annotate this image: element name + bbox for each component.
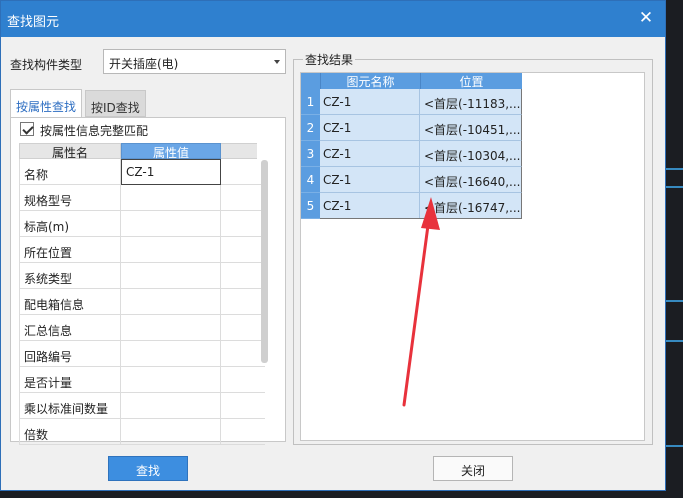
result-position: <首层(-16640,... bbox=[420, 167, 522, 193]
result-element-name: CZ-1 bbox=[320, 141, 420, 167]
property-row[interactable]: 汇总信息 bbox=[19, 315, 265, 341]
property-value-cell[interactable] bbox=[121, 237, 221, 263]
background-line bbox=[665, 186, 683, 188]
property-value-cell[interactable] bbox=[121, 185, 221, 211]
header-filler bbox=[221, 143, 257, 159]
header-position: 位置 bbox=[420, 73, 522, 89]
background-line bbox=[665, 445, 683, 447]
property-row[interactable]: 规格型号 bbox=[19, 185, 265, 211]
result-row[interactable]: 3 CZ-1 <首层(-10304,... bbox=[301, 141, 523, 167]
property-value-cell[interactable] bbox=[121, 419, 221, 445]
property-row[interactable]: 乘以标准间数量 bbox=[19, 393, 265, 419]
close-button[interactable]: 关闭 bbox=[433, 456, 513, 481]
property-name: 标高(m) bbox=[19, 211, 121, 237]
result-position: <首层(-16747,... bbox=[420, 193, 522, 219]
header-property-name: 属性名 bbox=[19, 143, 121, 160]
result-position: <首层(-10304,... bbox=[420, 141, 522, 167]
row-index: 3 bbox=[301, 141, 320, 167]
property-name: 配电箱信息 bbox=[19, 289, 121, 315]
property-value-cell[interactable] bbox=[121, 367, 221, 393]
property-table-scrollbar[interactable] bbox=[261, 160, 268, 363]
property-value-cell[interactable] bbox=[121, 341, 221, 367]
component-type-value: 开关插座(电) bbox=[109, 57, 179, 71]
property-value-cell[interactable] bbox=[121, 393, 221, 419]
background-line bbox=[665, 340, 683, 342]
tab-find-by-id[interactable]: 按ID查找 bbox=[85, 90, 146, 117]
property-name: 汇总信息 bbox=[19, 315, 121, 341]
chevron-down-icon bbox=[274, 60, 280, 64]
result-element-name: CZ-1 bbox=[320, 167, 420, 193]
background-line bbox=[665, 168, 683, 170]
property-value-input[interactable]: CZ-1 bbox=[121, 159, 221, 185]
property-name: 所在位置 bbox=[19, 237, 121, 263]
property-name: 乘以标准间数量 bbox=[19, 393, 121, 419]
find-element-dialog: 查找图元 ✕ 查找构件类型 开关插座(电) 按属性查找 按ID查找 按属性信息完… bbox=[0, 0, 666, 491]
result-element-name: CZ-1 bbox=[320, 89, 420, 115]
result-element-name: CZ-1 bbox=[320, 193, 420, 219]
result-row[interactable]: 2 CZ-1 <首层(-10451,... bbox=[301, 115, 523, 141]
component-type-select[interactable]: 开关插座(电) bbox=[103, 49, 286, 74]
result-row[interactable]: 1 CZ-1 <首层(-11183,... bbox=[301, 89, 523, 115]
row-index: 5 bbox=[301, 193, 320, 219]
background-canvas bbox=[663, 0, 683, 498]
component-type-label: 查找构件类型 bbox=[10, 58, 83, 72]
property-row[interactable]: 配电箱信息 bbox=[19, 289, 265, 315]
property-row[interactable]: 所在位置 bbox=[19, 237, 265, 263]
property-value-cell[interactable] bbox=[121, 315, 221, 341]
property-row[interactable]: 标高(m) bbox=[19, 211, 265, 237]
property-name: 名称 bbox=[19, 159, 121, 185]
result-row[interactable]: 5 CZ-1 <首层(-16747,... bbox=[301, 193, 523, 219]
results-table-header: 图元名称 位置 bbox=[301, 73, 523, 89]
close-icon[interactable]: ✕ bbox=[637, 9, 655, 27]
property-table-header: 属性名 属性值 bbox=[19, 143, 265, 160]
header-element-name: 图元名称 bbox=[320, 73, 420, 89]
result-row[interactable]: 4 CZ-1 <首层(-16640,... bbox=[301, 167, 523, 193]
row-index: 4 bbox=[301, 167, 320, 193]
property-row[interactable]: 回路编号 bbox=[19, 341, 265, 367]
tab-find-by-property[interactable]: 按属性查找 bbox=[10, 89, 83, 118]
property-row[interactable]: 系统类型 bbox=[19, 263, 265, 289]
header-corner bbox=[301, 73, 320, 89]
result-element-name: CZ-1 bbox=[320, 115, 420, 141]
results-table-bottom-border bbox=[320, 218, 522, 219]
header-property-value: 属性值 bbox=[121, 143, 221, 160]
result-position: <首层(-10451,... bbox=[420, 115, 522, 141]
result-position: <首层(-11183,... bbox=[420, 89, 522, 115]
find-button[interactable]: 查找 bbox=[108, 456, 188, 481]
background-line bbox=[665, 300, 683, 302]
property-name: 回路编号 bbox=[19, 341, 121, 367]
property-row[interactable]: 是否计量 bbox=[19, 367, 265, 393]
title-bar[interactable]: 查找图元 ✕ bbox=[1, 1, 665, 37]
property-name: 是否计量 bbox=[19, 367, 121, 393]
property-name: 倍数 bbox=[19, 419, 121, 445]
property-row[interactable]: 名称 CZ-1 bbox=[19, 159, 265, 185]
row-index: 2 bbox=[301, 115, 320, 141]
property-name: 规格型号 bbox=[19, 185, 121, 211]
match-full-checkbox[interactable] bbox=[20, 122, 34, 136]
match-full-label: 按属性信息完整匹配 bbox=[40, 124, 149, 138]
property-table: 属性名 属性值 名称 CZ-1 规格型号 标高(m) 所在位置 系统类型 配电箱… bbox=[19, 143, 265, 445]
property-row[interactable]: 倍数 bbox=[19, 419, 265, 445]
property-name: 系统类型 bbox=[19, 263, 121, 289]
dialog-title: 查找图元 bbox=[7, 15, 60, 30]
property-value-cell[interactable] bbox=[121, 211, 221, 237]
results-table: 图元名称 位置 1 CZ-1 <首层(-11183,... 2 CZ-1 <首层… bbox=[300, 72, 645, 441]
property-search-panel: 按属性信息完整匹配 属性名 属性值 名称 CZ-1 规格型号 标高(m) 所在位… bbox=[10, 117, 286, 445]
row-index: 1 bbox=[301, 89, 320, 115]
property-value-cell[interactable] bbox=[121, 263, 221, 289]
results-group-title: 查找结果 bbox=[303, 51, 356, 68]
property-value-cell[interactable] bbox=[121, 289, 221, 315]
